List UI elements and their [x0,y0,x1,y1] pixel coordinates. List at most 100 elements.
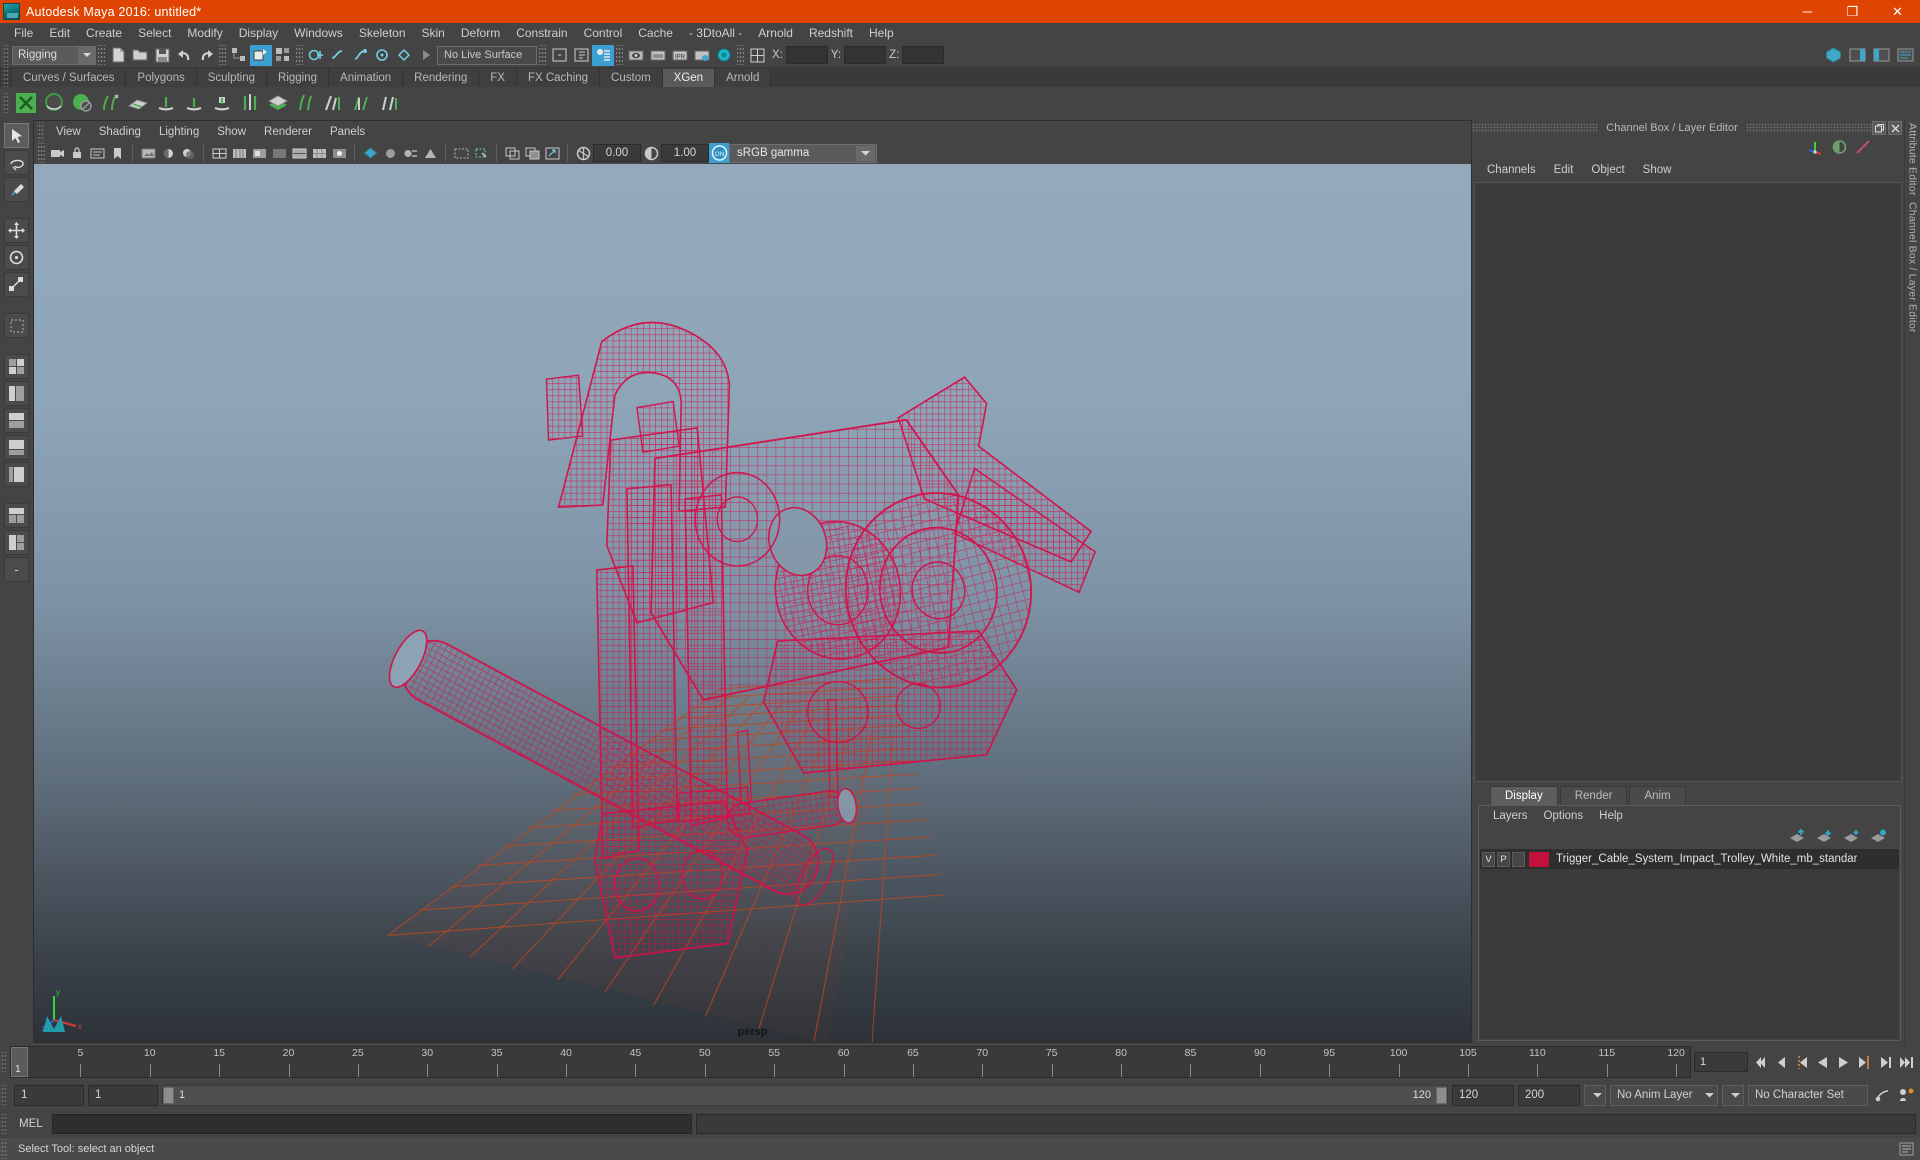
layer-playback-toggle[interactable]: P [1497,851,1510,867]
move-layer-up-icon[interactable] [1789,828,1807,846]
viewport-menu-grip[interactable] [37,121,44,142]
layers-menu-options[interactable]: Options [1536,806,1592,826]
coord-x-input[interactable] [785,46,828,64]
snap-to-projected-center-button[interactable] [371,45,393,66]
anim-curve-icon[interactable] [1855,139,1872,158]
ambient-occlusion-icon[interactable] [380,143,400,163]
select-camera-icon[interactable] [47,143,67,163]
render-view-button[interactable] [625,45,647,66]
viewport-paste-icon[interactable] [522,143,542,163]
menu-deform[interactable]: Deform [453,23,508,43]
viewport-menu-panels[interactable]: Panels [321,122,374,142]
menu-3dtoall[interactable]: - 3DtoAll - [681,23,750,43]
xgen-clump-icon[interactable] [348,90,375,117]
save-scene-button[interactable] [151,45,173,66]
character-set-dropdown[interactable]: No Character Set [1748,1084,1868,1106]
paint-selection-tool-button[interactable] [4,177,29,202]
last-tool-button[interactable] [4,313,29,338]
command-line-grip[interactable] [0,1114,7,1134]
tab-display[interactable]: Display [1490,786,1558,805]
shadows-icon[interactable] [178,143,198,163]
layer-name[interactable]: Trigger_Cable_System_Impact_Trolley_Whit… [1556,853,1857,865]
range-slider-grip[interactable] [0,1085,7,1105]
render-current-frame-button[interactable] [647,45,669,66]
menuset-selector[interactable]: Rigging [12,45,96,65]
animation-preferences-button[interactable] [1872,1084,1892,1106]
snap-to-curve-button[interactable] [327,45,349,66]
maximize-button[interactable]: ❐ [1830,0,1875,23]
viewport-menu-view[interactable]: View [47,122,90,142]
xgen-groom-add-icon[interactable] [96,90,123,117]
command-output[interactable] [696,1114,1916,1134]
anim-layer-dropdown[interactable]: No Anim Layer [1610,1084,1718,1106]
snap-to-grid-button[interactable] [305,45,327,66]
shadow-toggle-icon[interactable] [360,143,380,163]
smooth-shade-all-icon[interactable] [229,143,249,163]
layout-persp-graph-button[interactable] [4,435,29,460]
time-slider-track[interactable]: 1 5 10 15 20 25 30 35 40 45 50 55 60 65 70 75 80 85 90 95 1… [10,1046,1691,1078]
statusline-grip[interactable] [2,45,9,65]
show-attribute-editor-button[interactable] [1846,45,1868,66]
anim-start-field[interactable]: 1 [14,1084,84,1106]
open-channel-box-button[interactable] [592,44,614,66]
isolate-select-icon[interactable] [451,143,471,163]
toggle-editors-button[interactable] [746,45,768,66]
manipulator-axes-icon[interactable] [1807,139,1824,158]
layer-visibility-toggle[interactable]: V [1482,851,1495,867]
layout-two-pane-button[interactable] [4,503,29,528]
layers-menu-help[interactable]: Help [1591,806,1631,826]
xgen-plane-grid-icon[interactable] [124,90,151,117]
minimize-button[interactable]: ─ [1785,0,1830,23]
image-plane-icon[interactable] [138,143,158,163]
color-profile-selector[interactable]: sRGB gamma [729,143,877,163]
redo-button[interactable] [195,45,217,66]
shading-sphere-icon[interactable] [1831,139,1848,158]
menu-display[interactable]: Display [231,23,286,43]
time-slider-grip[interactable] [0,1052,7,1072]
shelf-tab-rigging[interactable]: Rigging [267,69,330,87]
shelf-tab-rendering[interactable]: Rendering [403,69,480,87]
range-start-handle[interactable] [163,1086,174,1104]
step-forward-key-button[interactable] [1875,1051,1895,1073]
xgen-disc-icon[interactable] [68,90,95,117]
layout-persp-outliner2-button[interactable] [4,462,29,487]
layout-three-pane-button[interactable] [4,530,29,555]
shelf-tab-fx-caching[interactable]: FX Caching [516,69,601,87]
panel-undock-button[interactable] [1872,121,1886,135]
new-layer-from-selected-icon[interactable] [1870,829,1888,846]
snap-to-point-button[interactable] [349,45,371,66]
gamma-icon[interactable] [641,143,661,163]
step-forward-frame-button[interactable] [1854,1051,1874,1073]
exposure-icon[interactable] [573,143,593,163]
layer-color-swatch[interactable] [1529,851,1549,867]
wireframe-on-shaded-icon[interactable] [289,143,309,163]
menu-skeleton[interactable]: Skeleton [351,23,414,43]
hypershade-button[interactable] [713,45,735,66]
show-modeling-toolkit-button[interactable] [1822,45,1844,66]
range-slider-track[interactable]: 1 120 [162,1084,1448,1106]
twosided-lighting-icon[interactable] [158,143,178,163]
command-input[interactable] [52,1114,692,1134]
menu-control[interactable]: Control [576,23,631,43]
open-scene-button[interactable] [129,45,151,66]
xgen-guide-icon[interactable] [236,90,263,117]
color-management-toggle-icon[interactable]: ON [709,143,729,163]
viewport-menu-renderer[interactable]: Renderer [255,122,321,142]
layer-row[interactable]: V P Trigger_Cable_System_Impact_Trolley_… [1480,849,1899,869]
time-slider-current-marker[interactable]: 1 [11,1047,28,1077]
script-editor-button[interactable] [1896,1138,1916,1160]
layout-four-view-button[interactable] [4,354,29,379]
command-language-label[interactable]: MEL [10,1118,52,1130]
select-by-hierarchy-button[interactable] [228,45,250,66]
xgen-lock-icon[interactable] [208,90,235,117]
ipr-render-button[interactable]: IPR [669,45,691,66]
open-attribute-editor-button[interactable] [570,45,592,66]
layer-list[interactable]: V P Trigger_Cable_System_Impact_Trolley_… [1480,849,1899,1039]
lock-camera-icon[interactable] [67,143,87,163]
shelf-tab-xgen[interactable]: XGen [662,69,716,87]
shelf-tab-sculpting[interactable]: Sculpting [196,69,268,87]
select-tool-button[interactable] [4,123,29,148]
menu-file[interactable]: File [6,23,41,43]
close-button[interactable]: ✕ [1875,0,1920,23]
new-scene-button[interactable] [107,45,129,66]
